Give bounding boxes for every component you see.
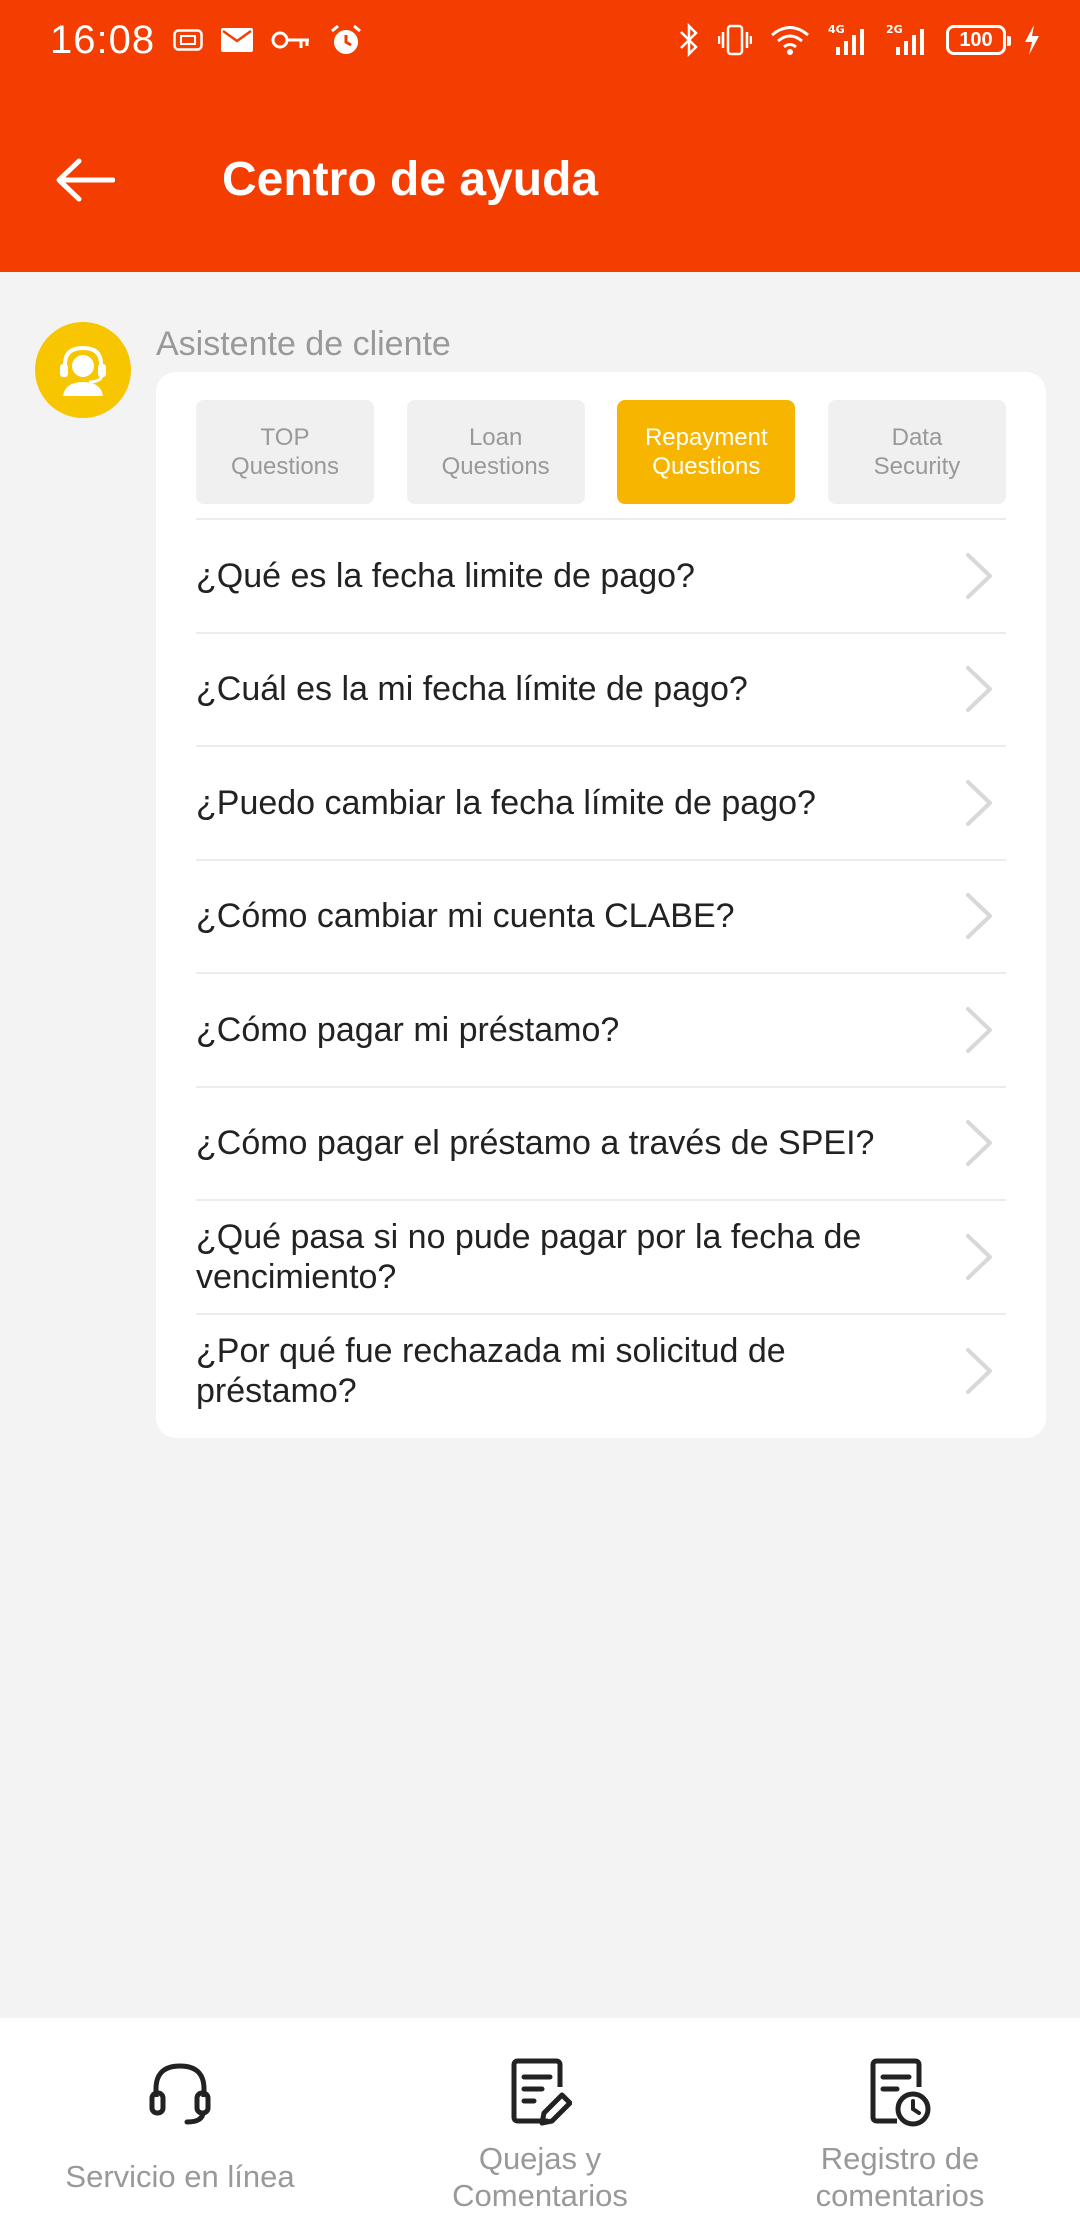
question-list: ¿Qué es la fecha limite de pago? ¿Cuál e…: [196, 520, 1006, 1428]
tab-loan-questions[interactable]: Loan Questions: [406, 400, 585, 504]
battery-icon: 100: [946, 25, 1011, 55]
chevron-right-icon: [964, 1232, 994, 1282]
question-item[interactable]: ¿Qué pasa si no pude pagar por la fecha …: [196, 1201, 1006, 1315]
question-text: ¿Qué pasa si no pude pagar por la fecha …: [196, 1217, 862, 1296]
chevron-right-icon: [964, 664, 994, 714]
chevron-right-icon: [964, 778, 994, 828]
nav-label: Quejas y Comentarios: [452, 2141, 628, 2213]
navigation-bar: Centro de ayuda: [0, 110, 1080, 250]
tab-repayment-questions[interactable]: Repayment Questions: [617, 400, 796, 504]
chevron-right-icon: [964, 891, 994, 941]
tab-label-line2: Questions: [441, 453, 550, 480]
question-text: ¿Cómo pagar el préstamo a través de SPEI…: [196, 1124, 875, 1163]
sim-icon: [173, 29, 203, 51]
nav-online-service[interactable]: Servicio en línea: [0, 2018, 360, 2240]
status-time: 16:08: [50, 17, 156, 62]
nav-label: Registro de comentarios: [815, 2141, 985, 2213]
signal-2g-icon: 2G: [886, 23, 928, 57]
tab-label-line1: Loan: [468, 424, 523, 451]
tab-label-line1: TOP: [260, 424, 310, 451]
wifi-icon: [770, 24, 810, 56]
tab-data-security[interactable]: Data Security: [827, 400, 1006, 504]
assistant-avatar: [35, 322, 131, 418]
signal-4g-icon: 4G: [828, 23, 868, 57]
tab-label-line2: Security: [873, 453, 961, 480]
question-text: ¿Cómo pagar mi préstamo?: [196, 1010, 620, 1049]
question-item[interactable]: ¿Cómo cambiar mi cuenta CLABE?: [196, 861, 1006, 974]
tab-label-line1: Data: [891, 424, 943, 451]
svg-text:4G: 4G: [828, 23, 845, 36]
tab-label-line2: Questions: [230, 453, 340, 480]
question-item[interactable]: ¿Cómo pagar el préstamo a través de SPEI…: [196, 1088, 1006, 1201]
chevron-right-icon: [964, 1005, 994, 1055]
chevron-right-icon: [964, 1118, 994, 1168]
tab-label-line1: Repayment: [644, 424, 768, 451]
document-clock-icon: [860, 2052, 940, 2132]
question-item[interactable]: ¿Por qué fue rechazada mi solicitud de p…: [196, 1315, 1006, 1429]
edit-document-icon: [500, 2052, 580, 2132]
svg-text:2G: 2G: [886, 23, 903, 36]
tab-label-line2: Questions: [652, 453, 761, 480]
vibrate-icon: [718, 24, 752, 56]
headset-icon: [140, 2052, 220, 2132]
question-text: ¿Cómo cambiar mi cuenta CLABE?: [196, 897, 735, 936]
question-item[interactable]: ¿Qué es la fecha limite de pago?: [196, 520, 1006, 634]
bottom-navigation: Servicio en línea Quejas y Comentarios R…: [0, 2018, 1080, 2240]
question-text: ¿Cuál es la mi fecha límite de pago?: [196, 670, 748, 709]
question-item[interactable]: ¿Cuál es la mi fecha límite de pago?: [196, 634, 1006, 747]
key-icon: [271, 29, 311, 51]
arrow-left-icon: [56, 158, 115, 202]
chevron-right-icon: [964, 551, 994, 601]
charging-icon: [1024, 25, 1040, 55]
question-item[interactable]: ¿Cómo pagar mi préstamo?: [196, 974, 1006, 1088]
mail-icon: [221, 28, 254, 52]
question-text: ¿Qué es la fecha limite de pago?: [196, 556, 695, 595]
app-header: 16:08 4G 2G 100 Centro de ayuda: [0, 0, 1080, 272]
assistant-name: Asistente de cliente: [156, 325, 451, 363]
battery-level: 100: [959, 28, 993, 51]
tab-top-questions[interactable]: TOP Questions: [196, 400, 374, 504]
faq-card: TOP Questions Loan Questions Repayment Q…: [156, 372, 1046, 1438]
question-item[interactable]: ¿Puedo cambiar la fecha límite de pago?: [196, 747, 1006, 861]
faq-tabs: TOP Questions Loan Questions Repayment Q…: [196, 400, 1006, 504]
chevron-right-icon: [964, 1346, 994, 1396]
page-title: Centro de ayuda: [222, 153, 599, 206]
nav-label: Servicio en línea: [65, 2159, 295, 2194]
alarm-icon: [329, 23, 363, 57]
back-button[interactable]: [50, 150, 120, 210]
nav-feedback-history[interactable]: Registro de comentarios: [720, 2018, 1080, 2240]
question-text: ¿Puedo cambiar la fecha límite de pago?: [196, 783, 816, 822]
nav-complaints[interactable]: Quejas y Comentarios: [360, 2018, 720, 2240]
question-text: ¿Por qué fue rechazada mi solicitud de p…: [196, 1332, 786, 1411]
bluetooth-icon: [678, 23, 700, 57]
status-bar: 16:08 4G 2G 100: [0, 0, 1080, 80]
customer-support-icon: [60, 345, 106, 396]
